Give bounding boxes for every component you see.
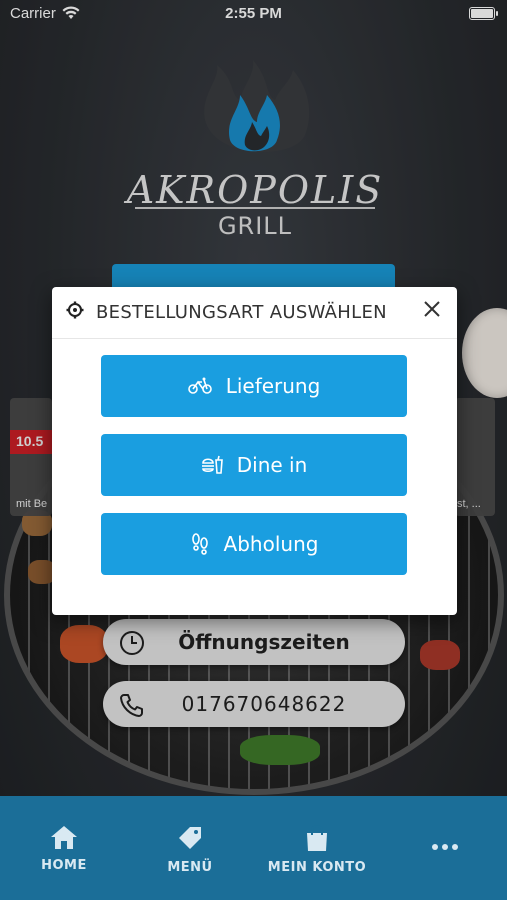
- tab-menu[interactable]: MENÜ: [135, 824, 245, 875]
- bicycle-icon: [187, 377, 212, 394]
- more-icon: [432, 844, 458, 850]
- dine-in-button[interactable]: Dine in: [101, 434, 407, 496]
- gear-icon: [66, 301, 84, 319]
- delivery-button[interactable]: Lieferung: [101, 355, 407, 417]
- home-icon: [51, 826, 77, 849]
- order-type-dialog: BESTELLUNGSART AUSWÄHLEN Lieferung Dine …: [52, 287, 457, 615]
- shopping-bag-icon: [307, 825, 327, 851]
- tab-my-account[interactable]: MEIN KONTO: [262, 824, 372, 875]
- dialog-header: BESTELLUNGSART AUSWÄHLEN: [52, 287, 457, 339]
- tab-menu-label: MENÜ: [167, 860, 213, 875]
- pickup-button[interactable]: Abholung: [101, 513, 407, 575]
- tag-icon: [179, 827, 201, 849]
- delivery-label: Lieferung: [225, 374, 321, 398]
- dialog-title: BESTELLUNGSART AUSWÄHLEN: [96, 302, 387, 323]
- pickup-label: Abholung: [223, 532, 319, 556]
- tab-more[interactable]: [390, 836, 500, 855]
- burger-icon: [201, 455, 223, 474]
- tab-home[interactable]: HOME: [9, 824, 119, 873]
- tab-home-label: HOME: [41, 858, 87, 873]
- tab-my-account-label: MEIN KONTO: [267, 860, 367, 875]
- dine-in-label: Dine in: [236, 453, 308, 477]
- footsteps-icon: [191, 533, 208, 555]
- close-icon[interactable]: [421, 298, 443, 320]
- bottom-tab-bar: HOME MENÜ MEIN KONTO: [0, 796, 507, 900]
